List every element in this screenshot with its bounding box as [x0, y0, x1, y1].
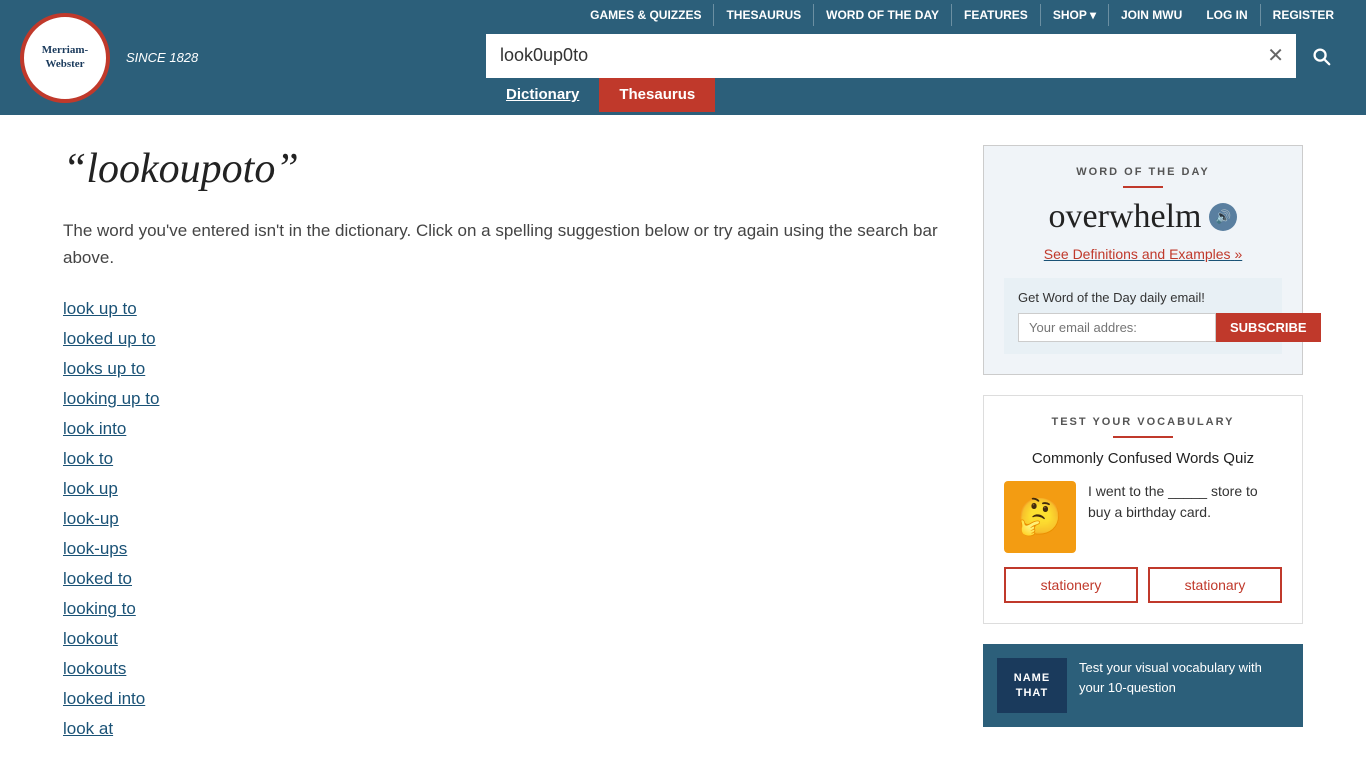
vocab-options: stationery stationary: [1004, 567, 1282, 603]
suggestion-link[interactable]: look up to: [63, 299, 137, 318]
vocab-image: 🤔: [1004, 481, 1076, 553]
list-item: look up: [63, 479, 953, 499]
auth-links: LOG IN REGISTER: [1194, 4, 1346, 26]
suggestion-link[interactable]: lookout: [63, 629, 118, 648]
list-item: looks up to: [63, 359, 953, 379]
suggestion-link[interactable]: look up: [63, 479, 118, 498]
suggestion-link[interactable]: lookouts: [63, 659, 126, 678]
list-item: look up to: [63, 299, 953, 319]
nav-features[interactable]: FEATURES: [952, 4, 1041, 26]
search-input[interactable]: [486, 34, 1255, 78]
suggestion-link[interactable]: look at: [63, 719, 113, 738]
wotd-link-arrow: »: [1234, 246, 1242, 262]
email-input[interactable]: [1018, 313, 1216, 342]
suggestion-link[interactable]: looked up to: [63, 329, 156, 348]
page-title: “lookoupoto”: [63, 145, 953, 193]
email-row: SUBSCRIBE: [1018, 313, 1268, 342]
vocab-quiz-title: Commonly Confused Words Quiz: [1004, 450, 1282, 467]
nav-wotd[interactable]: WORD OF THE DAY: [814, 4, 952, 26]
vocab-question: I went to the _____ store to buy a birth…: [1088, 481, 1282, 553]
list-item: lookout: [63, 629, 953, 649]
search-icon: [1310, 45, 1332, 67]
list-item: look to: [63, 449, 953, 469]
list-item: looked into: [63, 689, 953, 709]
logo[interactable]: Merriam- Webster: [20, 13, 110, 103]
vocab-option-stationary[interactable]: stationary: [1148, 567, 1282, 603]
nav-thesaurus[interactable]: THESAURUS: [714, 4, 814, 26]
ntt-text: Test your visual vocabulary with your 10…: [1079, 658, 1289, 697]
list-item: look-up: [63, 509, 953, 529]
list-item: looked up to: [63, 329, 953, 349]
wotd-definitions-link[interactable]: See Definitions and Examples »: [1044, 246, 1242, 262]
main-nav: GAMES & QUIZZES THESAURUS WORD OF THE DA…: [578, 4, 1194, 26]
search-section: ✕ Dictionary Thesaurus: [486, 34, 1346, 112]
suggestion-link[interactable]: looking to: [63, 599, 136, 618]
wotd-link-text: See Definitions and Examples: [1044, 246, 1231, 262]
wotd-word-text: overwhelm: [1049, 198, 1202, 236]
list-item: look-ups: [63, 539, 953, 559]
vocab-card: TEST YOUR VOCABULARY Commonly Confused W…: [983, 395, 1303, 624]
login-link[interactable]: LOG IN: [1194, 4, 1260, 26]
suggestion-link[interactable]: look-up: [63, 509, 119, 528]
header: Merriam- Webster SINCE 1828 GAMES & QUIZ…: [0, 0, 1366, 115]
search-clear-button[interactable]: ✕: [1255, 43, 1296, 68]
wotd-divider: [1123, 186, 1163, 188]
email-section: Get Word of the Day daily email! SUBSCRI…: [1004, 278, 1282, 354]
suggestions-list: look up to looked up to looks up to look…: [63, 299, 953, 739]
vocab-label: TEST YOUR VOCABULARY: [1004, 416, 1282, 428]
not-found-message: The word you've entered isn't in the dic…: [63, 217, 953, 271]
main-content: “lookoupoto” The word you've entered isn…: [63, 145, 953, 745]
tab-thesaurus[interactable]: Thesaurus: [599, 78, 715, 112]
list-item: looking to: [63, 599, 953, 619]
nav-join[interactable]: JOIN MWU: [1109, 4, 1194, 26]
suggestion-link[interactable]: look-ups: [63, 539, 127, 558]
wotd-word: overwhelm 🔊: [1004, 198, 1282, 236]
suggestion-link[interactable]: look to: [63, 449, 113, 468]
suggestion-link[interactable]: looking up to: [63, 389, 159, 408]
register-link[interactable]: REGISTER: [1261, 4, 1346, 26]
search-tabs: Dictionary Thesaurus: [486, 78, 1346, 112]
tab-dictionary[interactable]: Dictionary: [486, 78, 599, 112]
list-item: look at: [63, 719, 953, 739]
sidebar: WORD OF THE DAY overwhelm 🔊 See Definiti…: [983, 145, 1303, 745]
ntt-card[interactable]: NAME THAT Test your visual vocabulary wi…: [983, 644, 1303, 727]
list-item: lookouts: [63, 659, 953, 679]
nav-games[interactable]: GAMES & QUIZZES: [578, 4, 714, 26]
wotd-card: WORD OF THE DAY overwhelm 🔊 See Definiti…: [983, 145, 1303, 375]
suggestion-link[interactable]: look into: [63, 419, 126, 438]
header-right: GAMES & QUIZZES THESAURUS WORD OF THE DA…: [198, 4, 1346, 112]
audio-icon[interactable]: 🔊: [1209, 203, 1237, 231]
wotd-label: WORD OF THE DAY: [1004, 166, 1282, 178]
nav-shop[interactable]: SHOP ▾: [1041, 4, 1109, 26]
suggestion-link[interactable]: looked into: [63, 689, 145, 708]
email-label: Get Word of the Day daily email!: [1018, 290, 1268, 305]
list-item: look into: [63, 419, 953, 439]
logo-area: Merriam- Webster SINCE 1828: [20, 13, 198, 103]
since-label: SINCE 1828: [126, 50, 198, 65]
list-item: looked to: [63, 569, 953, 589]
page-body: “lookoupoto” The word you've entered isn…: [0, 115, 1366, 775]
vocab-content: 🤔 I went to the _____ store to buy a bir…: [1004, 481, 1282, 553]
search-bar: ✕: [486, 34, 1346, 78]
content-area: “lookoupoto” The word you've entered isn…: [43, 115, 1323, 775]
suggestion-link[interactable]: looks up to: [63, 359, 145, 378]
suggestion-link[interactable]: looked to: [63, 569, 132, 588]
subscribe-button[interactable]: SUBSCRIBE: [1216, 313, 1321, 342]
vocab-divider: [1113, 436, 1173, 438]
search-submit-button[interactable]: [1296, 34, 1346, 78]
vocab-option-stationery[interactable]: stationery: [1004, 567, 1138, 603]
ntt-image: NAME THAT: [997, 658, 1067, 713]
logo-text: Merriam- Webster: [24, 44, 106, 70]
list-item: looking up to: [63, 389, 953, 409]
